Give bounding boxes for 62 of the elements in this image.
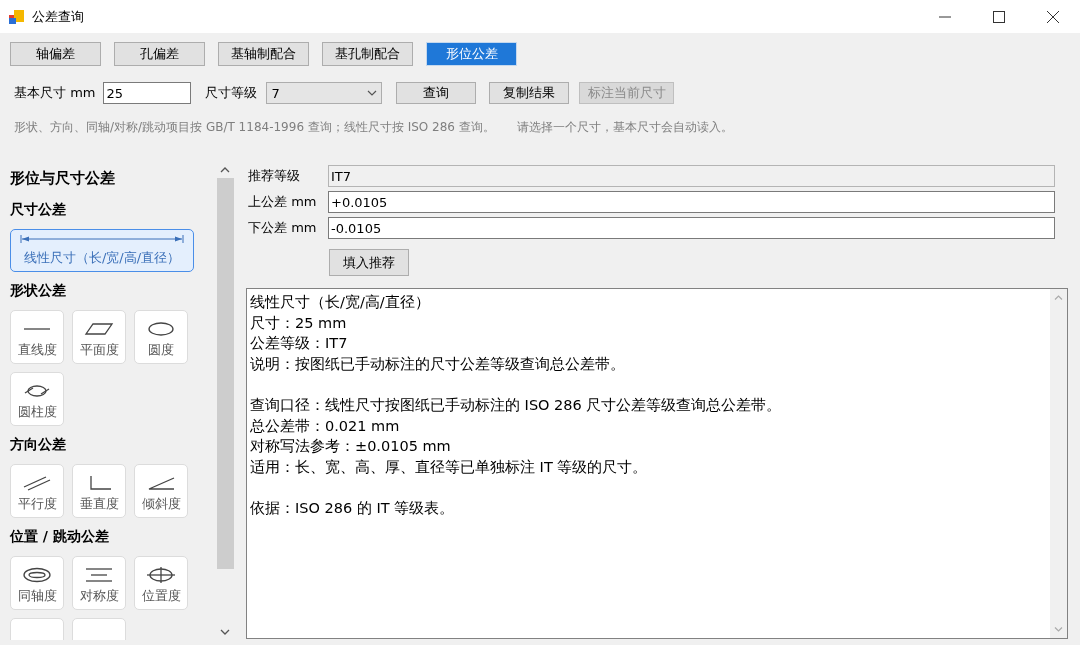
- grade-dropdown[interactable]: 7: [266, 82, 383, 104]
- field-label: 推荐等级: [248, 167, 301, 185]
- scroll-up-icon[interactable]: [220, 167, 230, 173]
- tab[interactable]: 基轴制配合: [218, 42, 309, 66]
- circle-icon: [146, 321, 176, 337]
- straight-line-icon: [22, 328, 52, 330]
- size-label: 基本尺寸 mm: [14, 84, 96, 102]
- result-line: 总公差带：0.021 mm: [250, 416, 401, 436]
- tolerance-tile[interactable]: 位置度: [134, 556, 188, 610]
- dimension-arrow-icon: [20, 234, 184, 243]
- caret-icon: [367, 90, 378, 96]
- concentric-circles-icon: [22, 567, 52, 583]
- section-heading: 方向公差: [10, 436, 67, 454]
- tolerance-tile[interactable]: 倾斜度: [134, 464, 188, 518]
- parallelogram-icon: [84, 321, 114, 337]
- window-title: 公差查询: [32, 7, 85, 26]
- field-label: 下公差 mm: [248, 219, 318, 237]
- tolerance-tile[interactable]: 同轴度: [10, 556, 64, 610]
- grade-label: 尺寸等级: [205, 84, 258, 102]
- result-line: 尺寸：25 mm: [250, 313, 348, 333]
- text-field[interactable]: +0.0105: [328, 191, 1055, 213]
- tolerance-tile[interactable]: 圆度: [134, 310, 188, 364]
- section-heading: 位置 / 跳动公差: [10, 528, 110, 546]
- hint-text: 形状、方向、同轴/对称/跳动项目按 GB/T 1184-1996 查询；线性尺寸按 ISO 286 查询。: [14, 119, 495, 136]
- section-heading: 尺寸公差: [10, 201, 67, 219]
- dimension-item[interactable]: 线性尺寸（长/宽/高/直径）: [10, 229, 194, 272]
- result-line: 查询口径：线性尺寸按图纸已手动标注的 ISO 286 尺寸公差等级查询总公差带。: [250, 395, 783, 415]
- tolerance-tile[interactable]: 直线度: [10, 310, 64, 364]
- parallel-lines-icon: [22, 475, 52, 491]
- angle-icon: [146, 475, 176, 491]
- cylinder-icon: [22, 383, 52, 399]
- result-line: 适用：长、宽、高、厚、直径等已单独标注 IT 等级的尺寸。: [250, 457, 649, 477]
- tolerance-tile[interactable]: 圆柱度: [10, 372, 64, 426]
- text-field[interactable]: IT7: [328, 165, 1055, 187]
- fill-button[interactable]: 填入推荐: [329, 249, 409, 276]
- tolerance-tile[interactable]: 平面度: [72, 310, 126, 364]
- size-field[interactable]: 25: [103, 82, 192, 104]
- tab[interactable]: 基孔制配合: [322, 42, 413, 66]
- tolerance-tile[interactable]: 平行度: [10, 464, 64, 518]
- tolerance-tile[interactable]: 垂直度: [72, 464, 126, 518]
- result-line: 说明：按图纸已手动标注的尺寸公差等级查询总公差带。: [250, 354, 626, 374]
- result-line: 线性尺寸（长/宽/高/直径）: [250, 293, 431, 312]
- tab[interactable]: 孔偏差: [114, 42, 205, 66]
- crosshair-circle-icon: [146, 567, 176, 583]
- tab[interactable]: 轴偏差: [10, 42, 101, 66]
- symmetry-icon: [84, 567, 114, 583]
- maximize-icon[interactable]: [993, 10, 1005, 23]
- section-heading: 形状公差: [10, 282, 67, 300]
- tab[interactable]: 形位公差: [426, 42, 517, 66]
- scroll-down-icon[interactable]: [220, 629, 230, 635]
- query-button[interactable]: 复制结果: [489, 82, 570, 104]
- result-line: 对称写法参考：±0.0105 mm: [250, 437, 452, 457]
- close-icon[interactable]: [1047, 10, 1059, 23]
- query-button[interactable]: 查询: [396, 82, 477, 104]
- result-line: 公差等级：IT7: [250, 334, 349, 354]
- text-field[interactable]: -0.0105: [328, 217, 1055, 239]
- field-label: 上公差 mm: [248, 193, 318, 211]
- sidebar-title: 形位与尺寸公差: [10, 169, 116, 189]
- tolerance-tile[interactable]: 对称度: [72, 556, 126, 610]
- hint-text: 请选择一个尺寸，基本尺寸会自动读入。: [516, 119, 733, 136]
- result-line: 依据：ISO 286 的 IT 等级表。: [250, 498, 456, 518]
- app-icon: [9, 8, 25, 25]
